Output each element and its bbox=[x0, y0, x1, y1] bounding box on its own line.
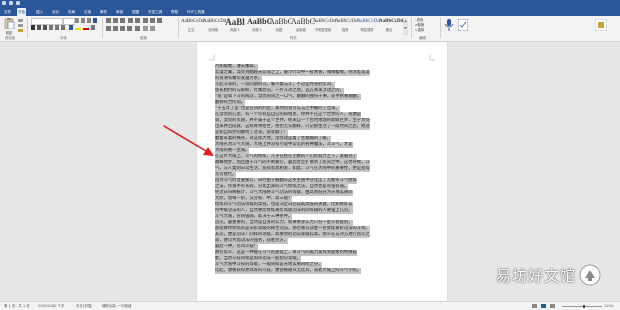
style-normal[interactable]: AaBbCcDd 正文 bbox=[181, 17, 204, 34]
editing-group: ⌕查找 ⇄替换 ↖选择 bbox=[415, 18, 435, 33]
watermark: 易坊好文馆 bbox=[496, 262, 601, 288]
style-subtle-emphasis[interactable]: AaBbCcDd 不明显强调 bbox=[313, 17, 336, 34]
tab-help[interactable]: 帮助 bbox=[170, 8, 179, 16]
tab-home[interactable]: 开始 bbox=[17, 8, 27, 16]
style-no-spacing[interactable]: AaBbCcDd 无间隔 bbox=[203, 17, 226, 34]
group-label-clipboard: 剪贴板 bbox=[5, 36, 16, 40]
select-button[interactable]: ↖选择 bbox=[415, 28, 435, 33]
tab-view[interactable]: 视图 bbox=[131, 8, 140, 16]
style-emphasis[interactable]: AaBbCcDd 强调 bbox=[335, 17, 358, 34]
ribbon-divider bbox=[411, 18, 412, 38]
tab-pdf-tools[interactable]: PDF工具集 bbox=[186, 8, 206, 16]
editor-icon[interactable] bbox=[458, 19, 468, 31]
find-label: 查找 bbox=[416, 18, 424, 22]
selected-text-line[interactable]: 比起，想要获得更高等的斗技，便会被随从无比其，或者大陆上的斗气学院。 bbox=[215, 268, 362, 274]
ribbon-divider bbox=[440, 18, 441, 38]
style-title[interactable]: AaBbC 标题 bbox=[269, 17, 293, 34]
title-bar bbox=[0, 0, 620, 8]
style-heading2[interactable]: AaBbC 标题 2 bbox=[247, 17, 272, 34]
font-name-dropdown[interactable] bbox=[31, 18, 63, 25]
tab-developer[interactable]: 开发工具 bbox=[147, 8, 163, 16]
watermark-text: 易坊好文馆 bbox=[496, 266, 577, 285]
style-strong[interactable]: AaBbCcDd 要点 bbox=[379, 17, 403, 34]
tab-insert[interactable]: 插入 bbox=[35, 8, 44, 16]
tab-layout[interactable]: 布局 bbox=[67, 8, 76, 16]
save-icon[interactable] bbox=[2, 1, 6, 5]
dictate-icon[interactable] bbox=[444, 19, 454, 31]
group-label-styles: 样式 bbox=[290, 36, 297, 40]
tab-references[interactable]: 引用 bbox=[83, 8, 92, 16]
select-label: 选择 bbox=[417, 28, 425, 32]
replace-label: 替换 bbox=[417, 23, 425, 27]
undo-icon[interactable] bbox=[9, 1, 13, 5]
selected-text-line[interactable]: 气，与人类的日常生活，变得息息相关，如此，斗气在大陆中的重要性，更是变得 bbox=[215, 166, 370, 172]
clipboard-small-icons[interactable] bbox=[18, 19, 24, 34]
group-label-editing: 编辑 bbox=[419, 36, 426, 40]
style-intense-emphasis[interactable]: AaBbCcDd 明显强调 bbox=[357, 17, 380, 34]
ribbon-divider bbox=[178, 18, 179, 38]
tab-review[interactable]: 审阅 bbox=[115, 8, 124, 16]
view-mode-icons[interactable] bbox=[532, 304, 558, 308]
watermark-logo-icon bbox=[579, 264, 601, 286]
group-label-paragraph: 段落 bbox=[140, 36, 147, 40]
redo-icon[interactable] bbox=[16, 1, 20, 5]
font-size-dropdown[interactable] bbox=[63, 18, 75, 25]
quick-access-toolbar bbox=[2, 1, 20, 5]
font-format-buttons[interactable] bbox=[31, 25, 99, 31]
tab-file[interactable]: 文件 bbox=[3, 8, 12, 16]
style-subtitle[interactable]: AaBbC 副标题 bbox=[291, 17, 315, 34]
ribbon: 粘贴 剪贴板 字体 段落 AaBbCcDd 正文 AaBbCcDd 无间隔 AaBl… bbox=[0, 16, 620, 42]
tab-design[interactable]: 设计 bbox=[51, 8, 60, 16]
document-page[interactable]: 月如眼数，薄天雕翠。 云漫之翼，漂亮到翻越天涯海之上，暖冷叶印中一枝青香，微微樱… bbox=[197, 42, 447, 301]
page-corner-marks bbox=[209, 55, 435, 61]
ribbon-tabs: 文件 开始 插入 设计 布局 引用 邮件 审阅 视图 开发工具 帮助 PDF工具… bbox=[0, 8, 620, 25]
font-size-controls[interactable] bbox=[75, 18, 97, 23]
group-label-font: 字体 bbox=[60, 36, 67, 40]
style-heading1[interactable]: AaBl 标题 1 bbox=[225, 17, 245, 34]
ribbon-divider bbox=[102, 18, 103, 38]
ribbon-divider bbox=[27, 18, 28, 38]
ribbon-extra-icon[interactable] bbox=[595, 19, 607, 31]
paste-button[interactable]: 粘贴 bbox=[3, 18, 15, 35]
tab-mailings[interactable]: 邮件 bbox=[99, 8, 108, 16]
zoom-slider[interactable] bbox=[562, 305, 602, 308]
paste-icon bbox=[4, 18, 15, 30]
styles-scroll-icon[interactable] bbox=[403, 18, 408, 35]
paragraph-buttons[interactable] bbox=[106, 18, 176, 32]
